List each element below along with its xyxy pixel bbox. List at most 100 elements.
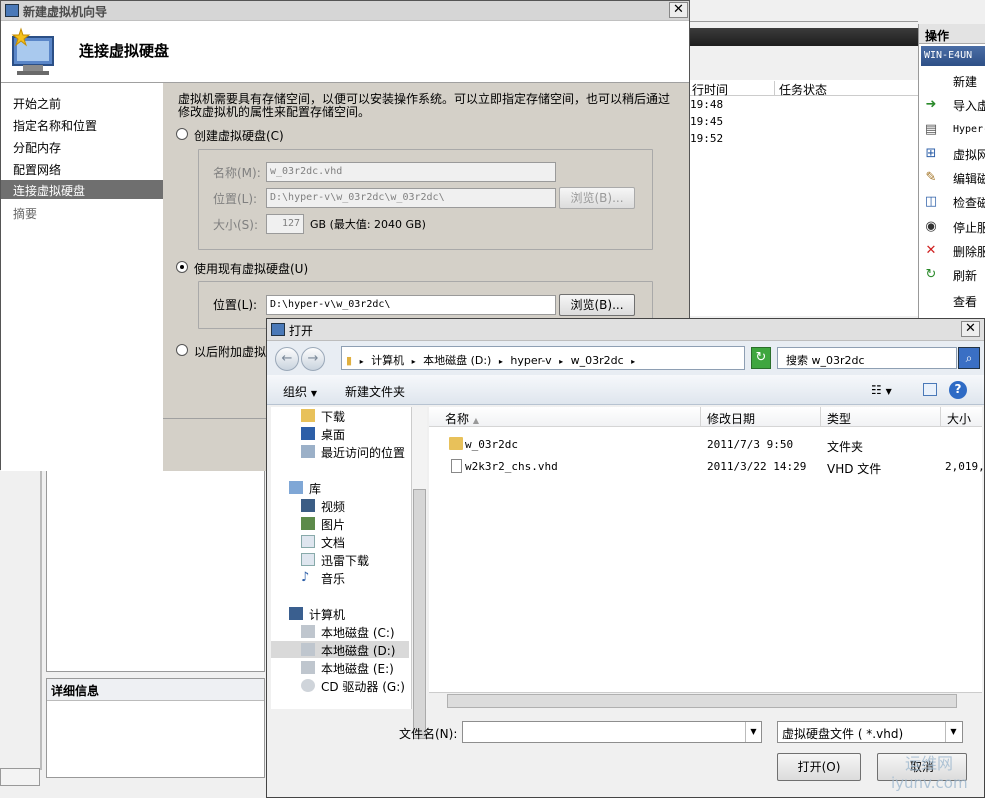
preview-pane-button[interactable] [923,383,937,396]
filename-input[interactable] [462,721,762,743]
browse-button-disabled[interactable]: 浏览(B)... [559,187,635,209]
chevron-right-icon: ▸ [411,357,416,366]
new-folder-button[interactable]: 新建文件夹 [345,383,405,400]
action-view[interactable]: 查看 [923,290,985,312]
system-drive-icon [301,625,315,638]
host-name-header[interactable]: WIN-E4UN [921,46,985,66]
action-refresh[interactable]: ↻ 刷新 [923,264,985,286]
open-button[interactable]: 打开(O) [777,753,861,781]
use-existing-disk-radio[interactable] [176,261,188,273]
dialog-title-bar[interactable]: 打开 [267,319,984,341]
breadcrumb-w_03r2dc[interactable]: w_03r2dc [571,354,624,367]
create-disk-radio[interactable] [176,128,188,140]
column-modified[interactable]: 修改日期 [701,407,821,427]
help-button[interactable]: ? [949,381,967,399]
tree-item-videos[interactable]: 视频 [271,497,409,514]
filetype-select[interactable]: 虚拟硬盘文件 ( *.vhd) [777,721,963,743]
tree-item-pictures[interactable]: 图片 [271,515,409,532]
view-options-button[interactable]: ☷ ▼ [871,383,892,397]
back-button[interactable]: ← [275,347,299,371]
organize-button[interactable]: 组织 ▼ [283,383,317,400]
tree-item-recent[interactable]: 最近访问的位置 [271,443,409,460]
browse-button[interactable]: 浏览(B)... [559,294,635,316]
step-before-you-begin[interactable]: 开始之前 [1,93,163,112]
file-list-hscrollbar[interactable] [429,692,982,709]
tree-item-downloads[interactable]: 下载 [271,407,409,424]
step-assign-memory[interactable]: 分配内存 [1,137,163,156]
filetype-dropdown[interactable]: ▼ [945,722,961,742]
tree-item-libraries[interactable]: 库 [271,479,409,496]
action-inspect-disk[interactable]: ◫ 检查磁 [923,191,985,213]
attach-later-label[interactable]: 以后附加虚拟 [194,343,266,360]
disk-size-input[interactable]: 127 [266,214,304,234]
tree-item-cd-drive[interactable]: CD 驱动器 (G:) [271,677,409,694]
watermark-url: iyunv.com [891,774,968,792]
folder-icon [449,437,463,450]
close-button[interactable]: ✕ [669,2,688,18]
action-stop-service[interactable]: ◉ 停止服 [923,216,985,238]
table-row[interactable]: w2k3r2_chs.vhd 2011/3/22 14:29 VHD 文件 2,… [429,457,985,477]
tree-item-desktop[interactable]: 桌面 [271,425,409,442]
close-icon: ✕ [965,321,976,336]
tree-item-documents[interactable]: 文档 [271,533,409,550]
column-name[interactable]: 名称 ▲ [429,407,701,427]
forward-button[interactable]: → [301,347,325,371]
action-label: 刷新 [953,269,978,283]
filename-dropdown[interactable]: ▼ [745,722,761,742]
disk-location-input[interactable]: D:\hyper-v\w_03r2dc\w_03r2dc\ [266,188,556,208]
action-label: 删除服 [953,245,985,259]
tree-scrollbar[interactable] [411,407,427,739]
close-button[interactable]: ✕ [961,321,980,337]
scrollbar-thumb[interactable] [413,489,426,739]
action-hyperv-settings[interactable]: ▤ Hyper- [923,119,985,141]
step-connect-virtual-disk[interactable]: 连接虚拟硬盘 [1,180,163,199]
step-summary[interactable]: 摘要 [1,203,163,222]
file-type: VHD 文件 [827,462,882,476]
action-remove-server[interactable]: ✕ 删除服 [923,240,985,262]
create-disk-label[interactable]: 创建虚拟硬盘(C) [194,127,284,144]
list-item[interactable]: 19:45 [690,115,723,128]
step-configure-network[interactable]: 配置网络 [1,159,163,178]
create-disk-group: 名称(M): w_03r2dc.vhd 位置(L): D:\hyper-v\w_… [198,149,653,250]
breadcrumb-computer[interactable]: 计算机 [371,354,404,367]
tree-item-thunder[interactable]: 迅雷下载 [271,551,409,568]
action-virtual-network[interactable]: ⊞ 虚拟网 [923,143,985,165]
file-modified: 2011/3/22 14:29 [707,460,807,473]
tree-item-label: 下载 [321,410,346,424]
chevron-down-icon: ▼ [310,389,317,398]
list-item[interactable]: 19:48 [690,98,723,111]
column-type[interactable]: 类型 [821,407,941,427]
scrollbar-thumb[interactable] [447,694,957,708]
tree-item-label: 音乐 [321,572,346,586]
divider [40,470,42,770]
attach-later-radio[interactable] [176,344,188,356]
use-existing-disk-label[interactable]: 使用现有虚拟硬盘(U) [194,260,308,277]
disk-name-input[interactable]: w_03r2dc.vhd [266,162,556,182]
breadcrumb-drive-d[interactable]: 本地磁盘 (D:) [423,354,491,367]
existing-disk-location-input[interactable]: D:\hyper-v\w_03r2dc\ [266,295,556,315]
breadcrumb[interactable]: ▮ ▸ 计算机 ▸ 本地磁盘 (D:) ▸ hyper-v ▸ w_03r2dc… [341,346,745,370]
action-edit-disk[interactable]: ✎ 编辑磁 [923,167,985,189]
refresh-icon: ↻ [755,350,767,365]
refresh-button[interactable]: ↻ [751,347,771,369]
column-size[interactable]: 大小 [941,407,982,427]
tree-item-computer[interactable]: 计算机 [271,605,409,622]
table-row[interactable]: w_03r2dc 2011/7/3 9:50 文件夹 [429,435,982,455]
tree-item-music[interactable]: ♪ 音乐 [271,569,409,586]
name-label: 名称(M): [213,166,261,180]
wizard-title-bar[interactable]: 新建虚拟机向导 [1,1,689,21]
computer-icon [289,607,303,620]
action-new[interactable]: 新建 [923,70,985,92]
breadcrumb-hyper-v[interactable]: hyper-v [510,354,551,367]
search-input[interactable]: 搜索 w_03r2dc [777,347,957,369]
tree-item-drive-c[interactable]: 本地磁盘 (C:) [271,623,409,640]
search-button[interactable]: ⌕ [958,347,980,369]
action-import[interactable]: ➜ 导入虚 [923,94,985,116]
background-column-header: 行时间 任务状态 [688,80,918,98]
chevron-down-icon: ▼ [885,387,892,396]
tree-item-drive-d[interactable]: 本地磁盘 (D:) [271,641,409,658]
list-item[interactable]: 19:52 [690,132,723,145]
horizontal-scrollbar[interactable] [0,768,40,786]
tree-item-drive-e[interactable]: 本地磁盘 (E:) [271,659,409,676]
step-name-and-location[interactable]: 指定名称和位置 [1,115,163,134]
